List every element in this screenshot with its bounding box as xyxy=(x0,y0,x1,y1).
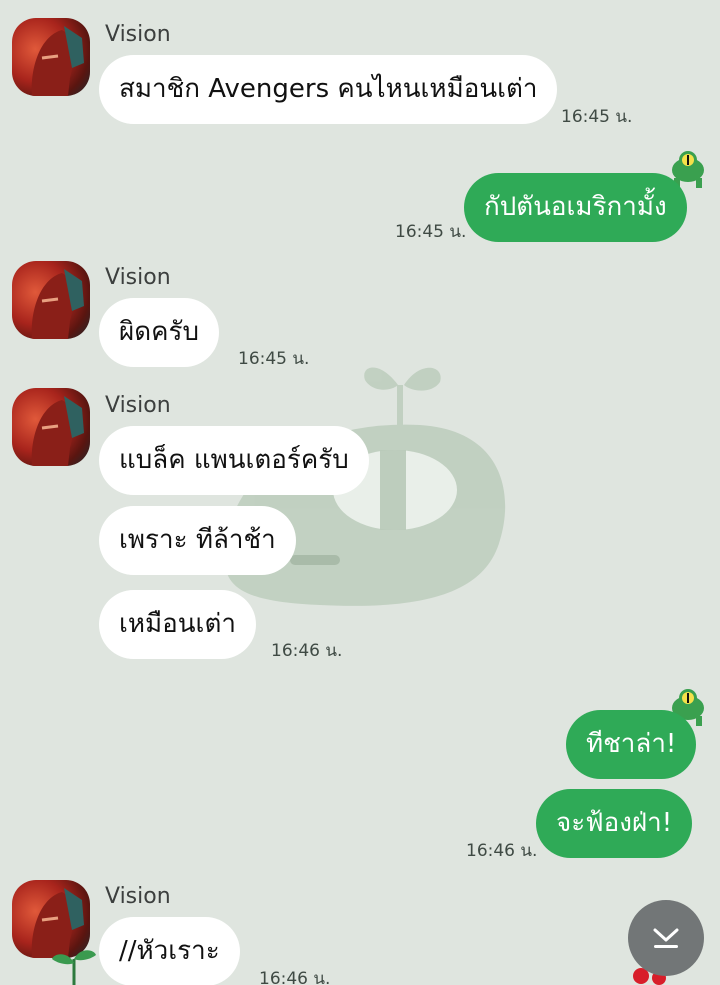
avatar[interactable] xyxy=(12,18,90,96)
message-time: 16:46 น. xyxy=(271,641,343,661)
message-bubble[interactable]: เหมือนเต่า xyxy=(99,590,256,659)
message-time: 16:46 น. xyxy=(259,969,331,985)
message-bubble[interactable]: แบล็ค แพนเตอร์ครับ xyxy=(99,426,369,495)
sender-name: Vision xyxy=(105,22,171,47)
message-time: 16:45 น. xyxy=(238,349,310,369)
scroll-to-bottom-button[interactable] xyxy=(628,900,704,976)
message-time: 16:46 น. xyxy=(466,841,538,861)
sprout-icon xyxy=(52,950,96,985)
message-time: 16:45 น. xyxy=(395,222,467,242)
message-bubble[interactable]: กัปตันอเมริกามั้ง xyxy=(464,173,687,242)
chevron-down-icon xyxy=(653,928,679,948)
message-bubble[interactable]: //หัวเราะ xyxy=(99,917,240,985)
message-time: 16:45 น. xyxy=(561,107,633,127)
message-bubble[interactable]: จะฟ้องฝ่า! xyxy=(536,789,693,858)
message-bubble[interactable]: เพราะ ทีล้าช้า xyxy=(99,506,296,575)
sender-name: Vision xyxy=(105,393,171,418)
avatar[interactable] xyxy=(12,261,90,339)
message-bubble[interactable]: ผิดครับ xyxy=(99,298,219,367)
message-bubble[interactable]: ทีชาล่า! xyxy=(566,710,697,779)
avatar[interactable] xyxy=(12,388,90,466)
sender-name: Vision xyxy=(105,884,171,909)
message-bubble[interactable]: สมาชิก Avengers คนไหนเหมือนเต่า xyxy=(99,55,558,124)
sender-name: Vision xyxy=(105,265,171,290)
